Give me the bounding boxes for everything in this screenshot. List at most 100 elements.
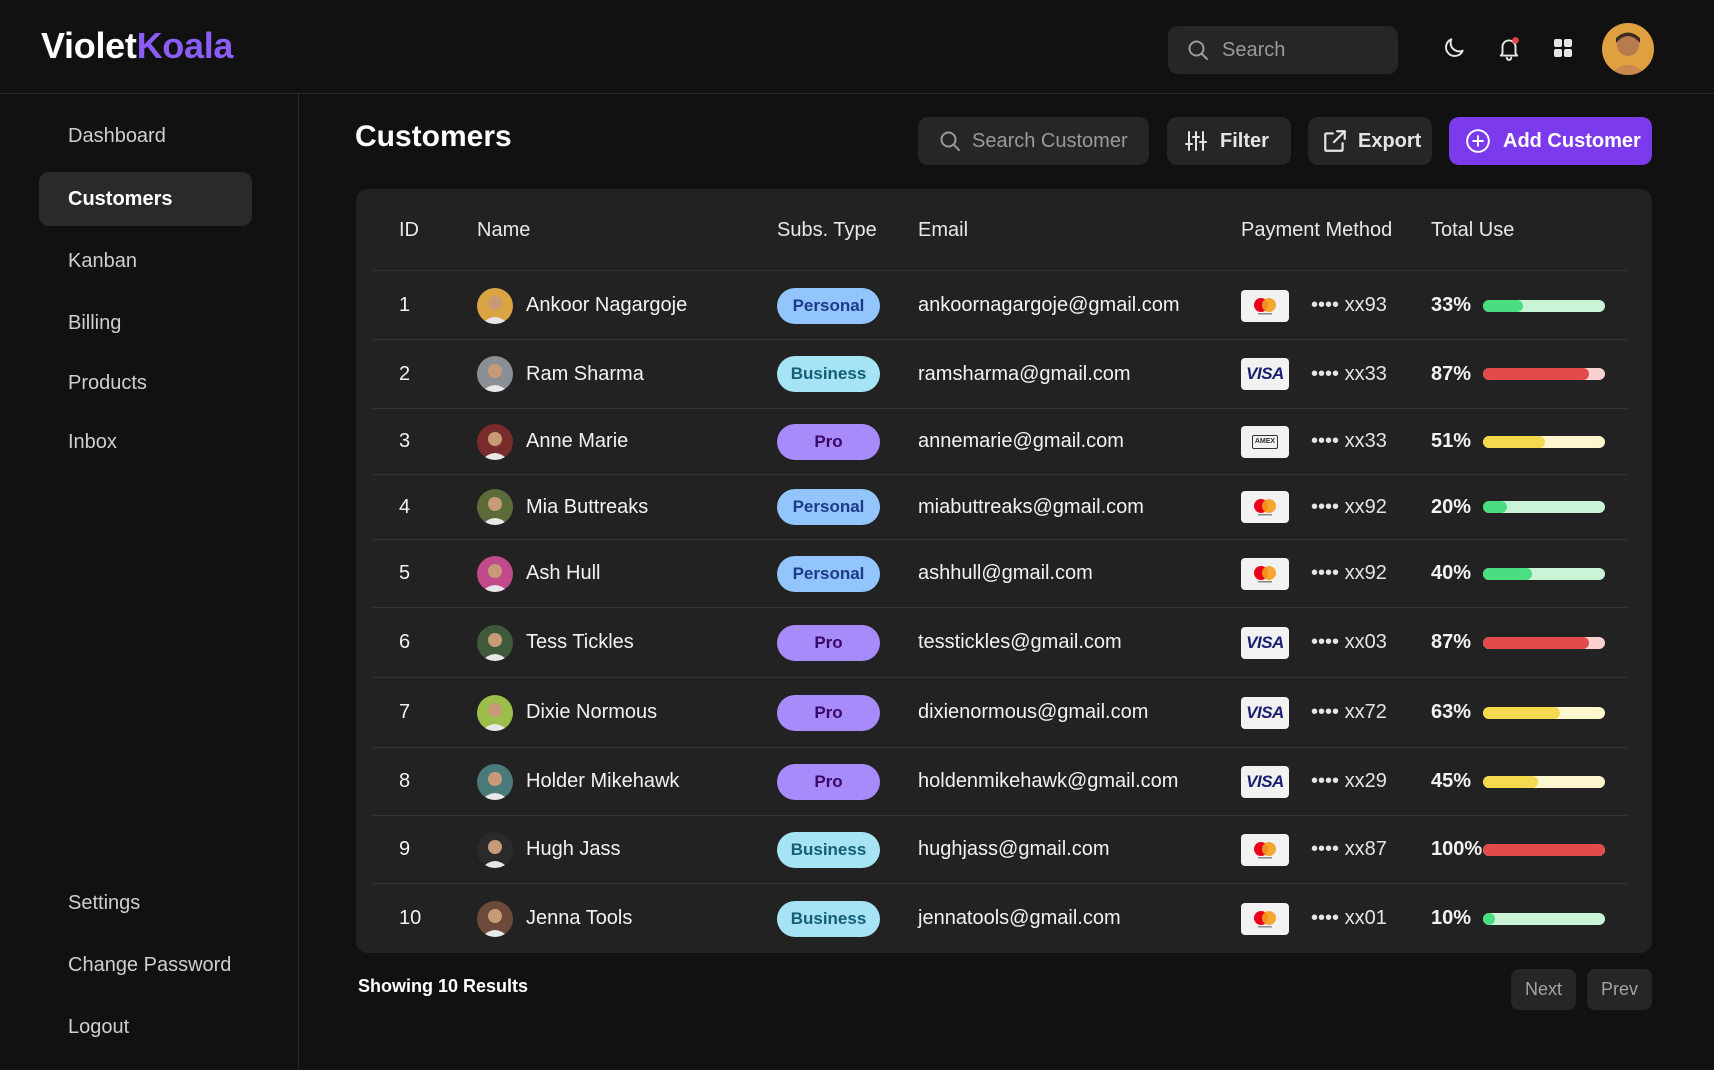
avatar	[477, 356, 513, 392]
export-button[interactable]: Export	[1308, 117, 1432, 165]
table-header: ID Name Subs. Type Email Payment Method …	[373, 189, 1627, 271]
table-row[interactable]: 5 Ash Hull Personal ashhull@gmail.com •••• x…	[373, 540, 1627, 608]
customer-email: ankoornagargoje@gmail.com	[918, 294, 1180, 316]
card-number-masked: •••• xx29	[1311, 770, 1387, 792]
usage-progress-fill	[1483, 435, 1546, 448]
next-page-button[interactable]: Next	[1511, 969, 1576, 1010]
app-logo[interactable]: VioletKoala	[41, 24, 233, 68]
apps-button[interactable]	[1547, 32, 1579, 64]
customer-id: 9	[399, 838, 411, 860]
table-row[interactable]: 9 Hugh Jass Business hughjass@gmail.com ••••…	[373, 816, 1627, 884]
amex-logo: AMEX	[1252, 434, 1278, 449]
customer-search-input[interactable]: Search Customer	[918, 117, 1149, 165]
subscription-badge: Pro	[777, 763, 880, 800]
usage-progress-fill	[1483, 706, 1560, 719]
filter-button[interactable]: Filter	[1167, 117, 1291, 165]
total-use-cell: 45%	[1431, 748, 1605, 815]
subscription-type-cell: Pro	[777, 748, 880, 815]
customer-id: 8	[399, 770, 411, 792]
subscription-badge: Business	[777, 900, 880, 937]
payment-method-cell: VISA •••• xx03	[1241, 608, 1387, 677]
sidebar-item-products[interactable]: Products	[39, 356, 252, 410]
usage-percent: 40%	[1431, 562, 1472, 584]
export-label: Export	[1358, 129, 1422, 152]
sidebar-item-billing[interactable]: Billing	[39, 296, 252, 350]
customer-name: Hugh Jass	[526, 838, 621, 860]
card-number-masked: •••• xx87	[1311, 838, 1387, 860]
card-icon	[1241, 491, 1289, 523]
usage-progress-fill	[1483, 636, 1590, 649]
card-number-masked: •••• xx72	[1311, 701, 1387, 723]
sidebar-item-inbox[interactable]: Inbox	[39, 415, 252, 469]
customer-id: 10	[399, 907, 422, 929]
dark-mode-toggle[interactable]	[1438, 32, 1470, 64]
sidebar-item-customers[interactable]: Customers	[39, 172, 252, 226]
sidebar-item-settings[interactable]: Settings	[39, 876, 252, 930]
customer-name: Ram Sharma	[526, 362, 644, 385]
table-row[interactable]: 4 Mia Buttreaks Personal miabuttreaks@gmail…	[373, 475, 1627, 540]
sidebar-item-kanban[interactable]: Kanban	[39, 234, 252, 288]
moon-icon	[1445, 38, 1464, 57]
customer-name: Ash Hull	[526, 562, 601, 584]
subscription-type-cell: Pro	[777, 608, 880, 677]
usage-progress-bar	[1483, 567, 1605, 580]
usage-progress-fill	[1483, 843, 1605, 856]
card-icon	[1241, 902, 1289, 935]
customer-id: 5	[399, 562, 411, 584]
prev-page-button[interactable]: Prev	[1587, 969, 1652, 1010]
subscription-type-cell: Personal	[777, 475, 880, 539]
card-number-masked: •••• xx03	[1311, 631, 1387, 653]
card-icon: VISA	[1241, 765, 1289, 798]
total-use-cell: 51%	[1431, 409, 1605, 474]
total-use-cell: 87%	[1431, 340, 1605, 408]
subscription-type-cell: Business	[777, 816, 880, 883]
table-row[interactable]: 2 Ram Sharma Business ramsharma@gmail.com VI…	[373, 340, 1627, 409]
avatar	[477, 489, 513, 525]
notifications-button[interactable]	[1493, 32, 1525, 64]
sidebar-item-logout[interactable]: Logout	[39, 1000, 252, 1054]
avatar	[477, 423, 513, 460]
column-header-subs-type[interactable]: Subs. Type	[777, 189, 877, 271]
total-use-cell: 40%	[1431, 540, 1605, 607]
customer-id: 7	[399, 701, 411, 723]
table-row[interactable]: 3 Anne Marie Pro annemarie@gmail.com AMEX •••…	[373, 409, 1627, 475]
global-search-input[interactable]: Search	[1168, 26, 1398, 74]
column-header-name[interactable]: Name	[477, 189, 530, 271]
customer-name: Ankoor Nagargoje	[526, 294, 688, 316]
table-row[interactable]: 6 Tess Tickles Pro tesstickles@gmail.com VIS…	[373, 608, 1627, 678]
payment-method-cell: •••• xx93	[1241, 272, 1387, 339]
column-header-payment-method[interactable]: Payment Method	[1241, 189, 1392, 271]
subscription-type-cell: Personal	[777, 540, 880, 607]
column-header-id[interactable]: ID	[399, 189, 419, 271]
usage-percent: 33%	[1431, 294, 1472, 316]
total-use-cell: 10%	[1431, 884, 1605, 953]
sidebar-item-dashboard[interactable]: Dashboard	[39, 109, 252, 163]
table-row[interactable]: 7 Dixie Normous Pro dixienormous@gmail.com V…	[373, 678, 1627, 748]
logo-text-accent: Koala	[136, 25, 234, 66]
user-avatar-image	[1602, 23, 1654, 75]
customer-id: 3	[399, 430, 411, 452]
usage-progress-bar	[1483, 912, 1605, 925]
sliders-icon	[1185, 131, 1207, 151]
card-number-masked: •••• xx33	[1311, 430, 1387, 452]
column-header-total-use[interactable]: Total Use	[1431, 189, 1514, 271]
usage-progress-fill	[1483, 912, 1496, 925]
usage-percent: 100%	[1431, 838, 1483, 860]
total-use-cell: 100%	[1431, 816, 1605, 883]
visa-logo: VISA	[1246, 364, 1284, 383]
column-header-email[interactable]: Email	[918, 189, 968, 271]
add-customer-button[interactable]: Add Customer	[1449, 117, 1652, 165]
usage-percent: 63%	[1431, 701, 1472, 723]
customer-search-placeholder: Search Customer	[972, 129, 1128, 152]
sidebar-item-change-password[interactable]: Change Password	[39, 938, 252, 992]
customer-name-cell: Anne Marie	[477, 409, 628, 474]
subscription-type-cell: Pro	[777, 409, 880, 474]
avatar	[477, 831, 513, 868]
table-row[interactable]: 10 Jenna Tools Business jennatools@gmail.co…	[373, 884, 1627, 953]
table-row[interactable]: 1 Ankoor Nagargoje Personal ankoornagargoje…	[373, 272, 1627, 340]
customer-email: hughjass@gmail.com	[918, 838, 1110, 860]
usage-progress-fill	[1483, 368, 1590, 380]
table-row[interactable]: 8 Holder Mikehawk Pro holdenmikehawk@gmail.…	[373, 748, 1627, 816]
user-avatar[interactable]	[1602, 23, 1654, 75]
usage-progress-bar	[1483, 501, 1605, 513]
